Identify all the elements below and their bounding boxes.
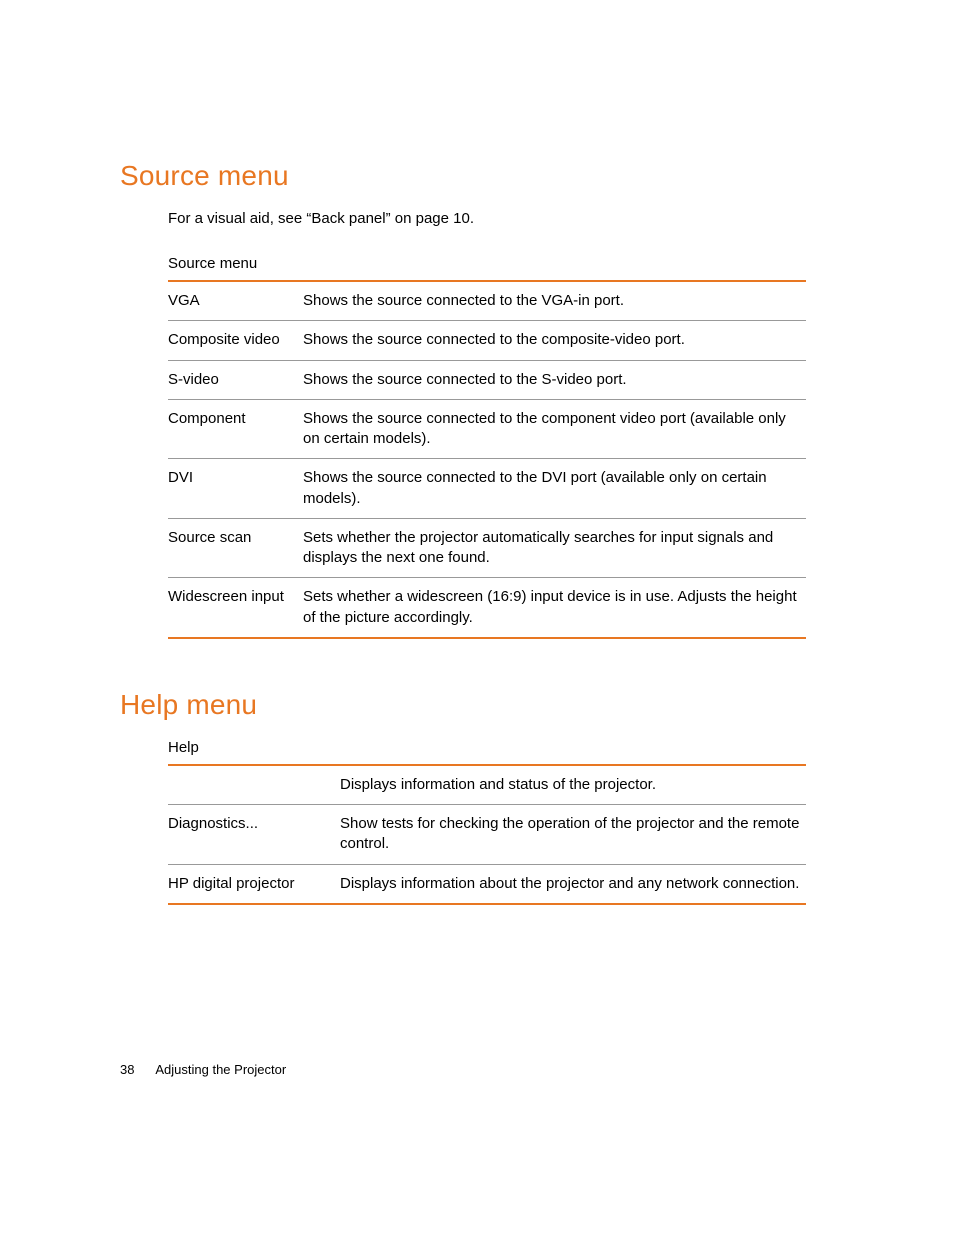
table-row: Displays information and status of the p… (168, 765, 806, 805)
row-desc: Show tests for checking the operation of… (340, 805, 806, 865)
row-desc: Shows the source connected to the compos… (303, 321, 806, 360)
row-label: Source scan (168, 518, 303, 578)
help-menu-table: Displays information and status of the p… (168, 764, 806, 905)
page-footer: 38 Adjusting the Projector (120, 1062, 286, 1077)
section-heading-source: Source menu (120, 160, 806, 192)
row-label: Widescreen input (168, 578, 303, 638)
help-table-title: Help (168, 739, 806, 756)
source-menu-table: VGA Shows the source connected to the VG… (168, 280, 806, 639)
section-heading-help: Help menu (120, 689, 806, 721)
row-desc: Displays information and status of the p… (340, 765, 806, 805)
table-row: Component Shows the source connected to … (168, 399, 806, 459)
row-label: Composite video (168, 321, 303, 360)
row-label: Component (168, 399, 303, 459)
row-label: Diagnostics... (168, 805, 340, 865)
row-label: S-video (168, 360, 303, 399)
table-row: DVI Shows the source connected to the DV… (168, 459, 806, 519)
table-row: Diagnostics... Show tests for checking t… (168, 805, 806, 865)
row-desc: Shows the source connected to the VGA-in… (303, 281, 806, 321)
chapter-title: Adjusting the Projector (155, 1062, 286, 1077)
table-row: Widescreen input Sets whether a widescre… (168, 578, 806, 638)
source-table-title: Source menu (168, 255, 806, 272)
row-desc: Sets whether the projector automatically… (303, 518, 806, 578)
row-desc: Shows the source connected to the S-vide… (303, 360, 806, 399)
row-desc: Shows the source connected to the DVI po… (303, 459, 806, 519)
row-desc: Displays information about the projector… (340, 864, 806, 904)
row-label: VGA (168, 281, 303, 321)
table-row: VGA Shows the source connected to the VG… (168, 281, 806, 321)
row-label: HP digital projector (168, 864, 340, 904)
table-row: HP digital projector Displays informatio… (168, 864, 806, 904)
row-label (168, 765, 340, 805)
source-intro-text: For a visual aid, see “Back panel” on pa… (168, 210, 806, 227)
page-number: 38 (120, 1062, 134, 1077)
table-row: Source scan Sets whether the projector a… (168, 518, 806, 578)
table-row: Composite video Shows the source connect… (168, 321, 806, 360)
row-label: DVI (168, 459, 303, 519)
row-desc: Shows the source connected to the compon… (303, 399, 806, 459)
row-desc: Sets whether a widescreen (16:9) input d… (303, 578, 806, 638)
table-row: S-video Shows the source connected to th… (168, 360, 806, 399)
